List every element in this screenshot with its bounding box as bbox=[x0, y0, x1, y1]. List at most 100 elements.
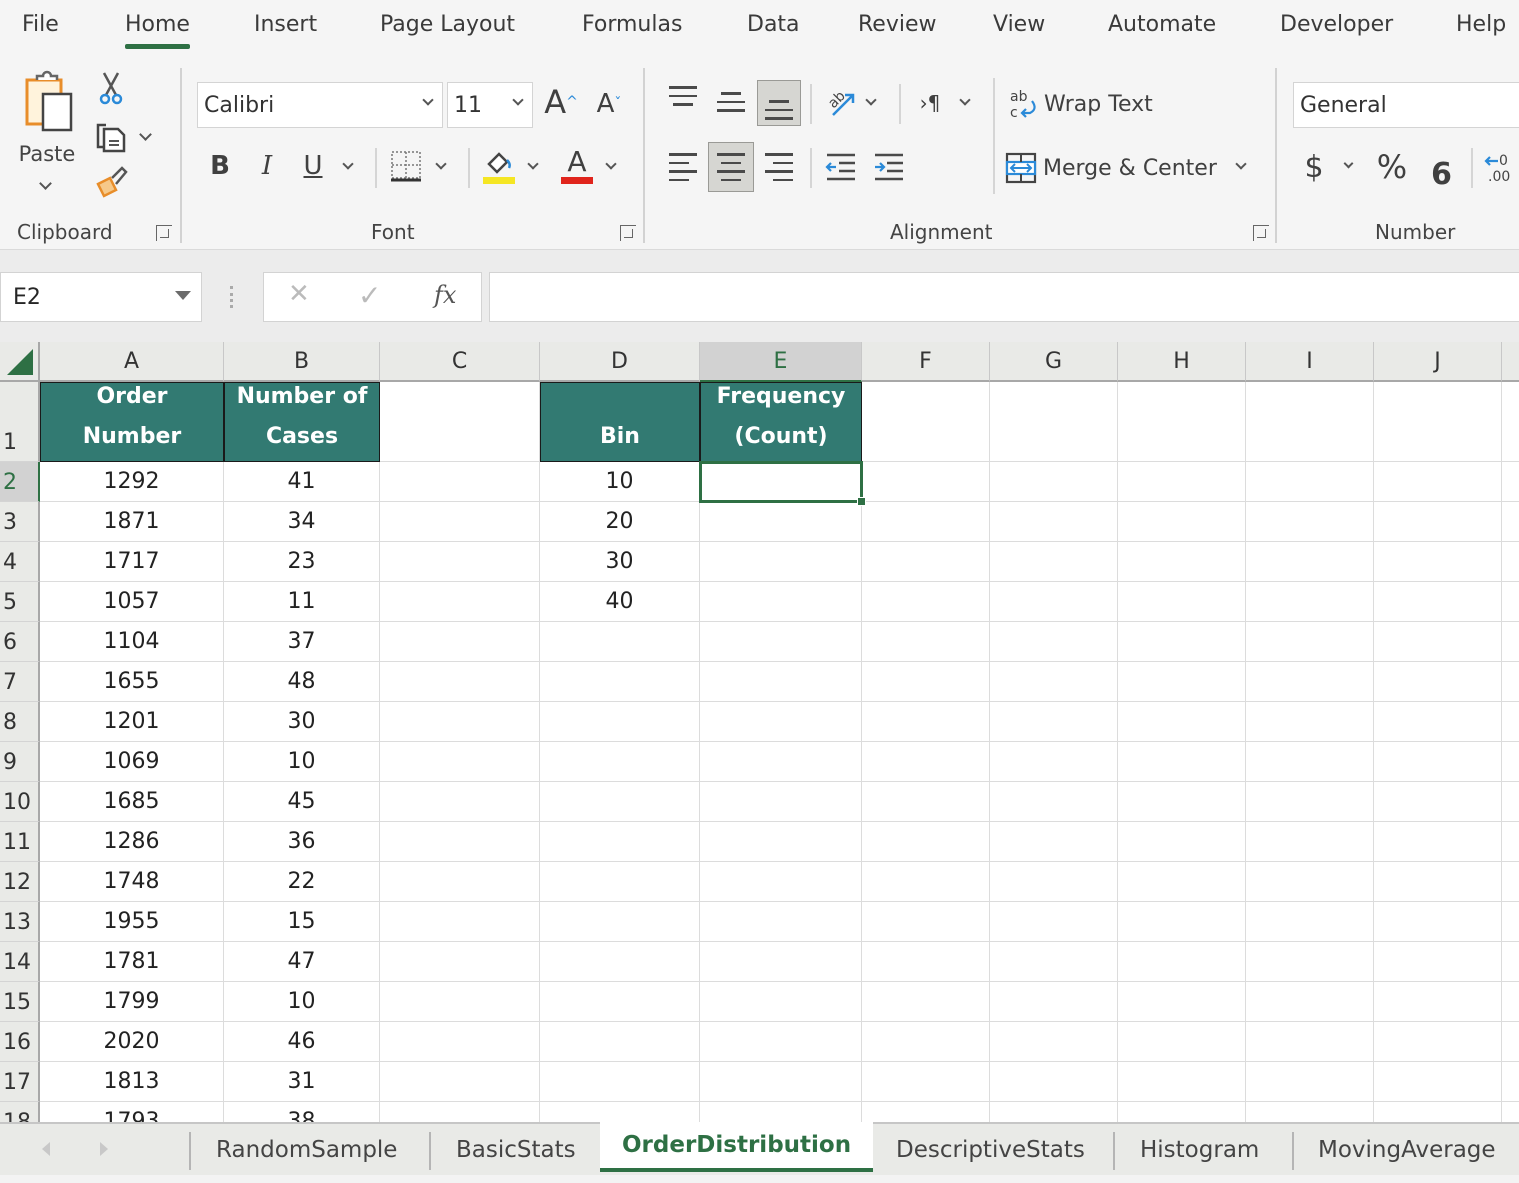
cell-f3[interactable] bbox=[862, 502, 990, 542]
cell-c14[interactable] bbox=[380, 942, 540, 982]
row-header-10[interactable]: 10 bbox=[0, 782, 40, 822]
cell-b3[interactable]: 34 bbox=[224, 502, 380, 542]
cell-g10[interactable] bbox=[990, 782, 1118, 822]
cell-f12[interactable] bbox=[862, 862, 990, 902]
cell-k1[interactable] bbox=[1502, 382, 1519, 462]
cell-d9[interactable] bbox=[540, 742, 700, 782]
cell-e1[interactable]: Frequency (Count) bbox=[700, 382, 862, 462]
cell-a10[interactable]: 1685 bbox=[40, 782, 224, 822]
cell-i11[interactable] bbox=[1246, 822, 1374, 862]
cell-e5[interactable] bbox=[700, 582, 862, 622]
row-header-7[interactable]: 7 bbox=[0, 662, 40, 702]
cell-i1[interactable] bbox=[1246, 382, 1374, 462]
cell-b5[interactable]: 11 bbox=[224, 582, 380, 622]
percent-button[interactable]: % bbox=[1372, 146, 1412, 188]
cell-c3[interactable] bbox=[380, 502, 540, 542]
cell-a15[interactable]: 1799 bbox=[40, 982, 224, 1022]
cell-e8[interactable] bbox=[700, 702, 862, 742]
cell-f18[interactable] bbox=[862, 1102, 990, 1122]
cell-g6[interactable] bbox=[990, 622, 1118, 662]
cell-a18[interactable]: 1793 bbox=[40, 1102, 224, 1122]
cell-k3[interactable] bbox=[1502, 502, 1519, 542]
cell-j8[interactable] bbox=[1374, 702, 1502, 742]
cell-b10[interactable]: 45 bbox=[224, 782, 380, 822]
tab-formulas[interactable]: Formulas bbox=[582, 12, 682, 37]
align-center-button[interactable] bbox=[708, 142, 754, 192]
borders-dropdown[interactable] bbox=[435, 158, 447, 170]
cell-j2[interactable] bbox=[1374, 462, 1502, 502]
cell-b8[interactable]: 30 bbox=[224, 702, 380, 742]
cell-b2[interactable]: 41 bbox=[224, 462, 380, 502]
cell-e18[interactable] bbox=[700, 1102, 862, 1122]
cell-k17[interactable] bbox=[1502, 1062, 1519, 1102]
cell-c17[interactable] bbox=[380, 1062, 540, 1102]
cell-e6[interactable] bbox=[700, 622, 862, 662]
name-box[interactable]: E2 bbox=[0, 272, 202, 322]
cell-f8[interactable] bbox=[862, 702, 990, 742]
select-all-button[interactable] bbox=[0, 342, 40, 382]
cell-d17[interactable] bbox=[540, 1062, 700, 1102]
cell-b6[interactable]: 37 bbox=[224, 622, 380, 662]
cell-b1[interactable]: Number of Cases bbox=[224, 382, 380, 462]
decrease-indent-button[interactable] bbox=[822, 146, 860, 188]
cell-e3[interactable] bbox=[700, 502, 862, 542]
cell-h14[interactable] bbox=[1118, 942, 1246, 982]
cell-h2[interactable] bbox=[1118, 462, 1246, 502]
cell-h11[interactable] bbox=[1118, 822, 1246, 862]
cell-d8[interactable] bbox=[540, 702, 700, 742]
cell-c16[interactable] bbox=[380, 1022, 540, 1062]
row-header-9[interactable]: 9 bbox=[0, 742, 40, 782]
cell-h13[interactable] bbox=[1118, 902, 1246, 942]
font-name-select[interactable]: Calibri bbox=[197, 82, 443, 128]
align-left-button[interactable] bbox=[664, 146, 702, 188]
cell-e14[interactable] bbox=[700, 942, 862, 982]
row-header-16[interactable]: 16 bbox=[0, 1022, 40, 1062]
middle-align-button[interactable] bbox=[712, 82, 750, 122]
cell-e12[interactable] bbox=[700, 862, 862, 902]
cell-b4[interactable]: 23 bbox=[224, 542, 380, 582]
cell-d15[interactable] bbox=[540, 982, 700, 1022]
cell-h6[interactable] bbox=[1118, 622, 1246, 662]
italic-button[interactable]: I bbox=[250, 146, 284, 186]
cell-i17[interactable] bbox=[1246, 1062, 1374, 1102]
cell-j9[interactable] bbox=[1374, 742, 1502, 782]
cell-f4[interactable] bbox=[862, 542, 990, 582]
insert-function-icon[interactable]: fx bbox=[434, 281, 456, 309]
cell-e11[interactable] bbox=[700, 822, 862, 862]
top-align-button[interactable] bbox=[664, 80, 702, 120]
cell-c9[interactable] bbox=[380, 742, 540, 782]
cell-h10[interactable] bbox=[1118, 782, 1246, 822]
row-header-15[interactable]: 15 bbox=[0, 982, 40, 1022]
cell-f11[interactable] bbox=[862, 822, 990, 862]
borders-button[interactable] bbox=[388, 148, 424, 184]
cell-e15[interactable] bbox=[700, 982, 862, 1022]
cell-c6[interactable] bbox=[380, 622, 540, 662]
column-header-c[interactable]: C bbox=[380, 342, 540, 382]
cell-a7[interactable]: 1655 bbox=[40, 662, 224, 702]
cell-d10[interactable] bbox=[540, 782, 700, 822]
cell-g5[interactable] bbox=[990, 582, 1118, 622]
cell-d13[interactable] bbox=[540, 902, 700, 942]
cell-j5[interactable] bbox=[1374, 582, 1502, 622]
cell-i4[interactable] bbox=[1246, 542, 1374, 582]
cell-d3[interactable]: 20 bbox=[540, 502, 700, 542]
cell-i16[interactable] bbox=[1246, 1022, 1374, 1062]
increase-font-size-button[interactable]: A ^ bbox=[541, 80, 581, 124]
cell-f1[interactable] bbox=[862, 382, 990, 462]
row-header-18[interactable]: 18 bbox=[0, 1102, 40, 1122]
row-header-2[interactable]: 2 bbox=[0, 462, 40, 502]
row-header-14[interactable]: 14 bbox=[0, 942, 40, 982]
row-header-3[interactable]: 3 bbox=[0, 502, 40, 542]
cell-a3[interactable]: 1871 bbox=[40, 502, 224, 542]
column-header-i[interactable]: I bbox=[1246, 342, 1374, 382]
cell-h4[interactable] bbox=[1118, 542, 1246, 582]
cell-c15[interactable] bbox=[380, 982, 540, 1022]
cell-e4[interactable] bbox=[700, 542, 862, 582]
scroll-tabs-left-icon[interactable] bbox=[42, 1142, 50, 1156]
cell-c18[interactable] bbox=[380, 1102, 540, 1122]
cell-a2[interactable]: 1292 bbox=[40, 462, 224, 502]
cell-b12[interactable]: 22 bbox=[224, 862, 380, 902]
cell-c8[interactable] bbox=[380, 702, 540, 742]
cell-a16[interactable]: 2020 bbox=[40, 1022, 224, 1062]
cell-e16[interactable] bbox=[700, 1022, 862, 1062]
